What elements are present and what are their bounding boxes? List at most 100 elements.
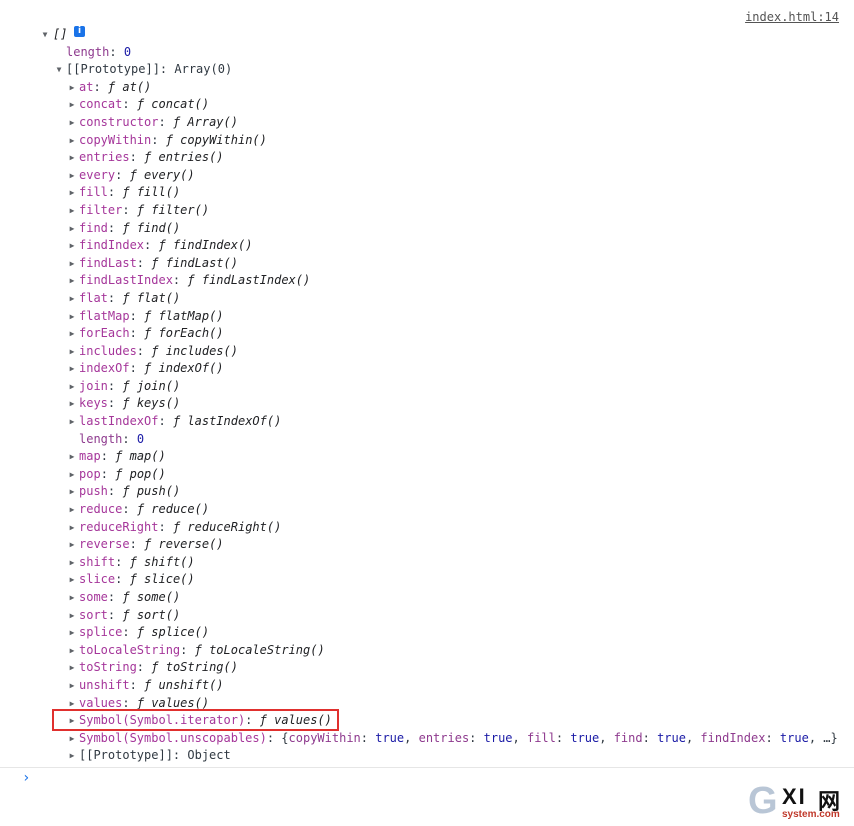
expand-triangle-right-icon[interactable]: ▶: [67, 554, 77, 572]
method-row[interactable]: ▶ find: ƒ find(): [0, 220, 854, 238]
method-row[interactable]: ▶ shift: ƒ shift(): [0, 554, 854, 572]
method-row[interactable]: ▶ copyWithin: ƒ copyWithin(): [0, 132, 854, 150]
symbol-unscopables-key: Symbol(Symbol.unscopables): [79, 730, 267, 745]
method-row[interactable]: ▶ reverse: ƒ reverse(): [0, 536, 854, 554]
function-marker: ƒ: [122, 220, 130, 235]
method-row[interactable]: ▶ pop: ƒ pop(): [0, 466, 854, 484]
method-key: findLast: [79, 255, 137, 270]
method-row[interactable]: ▶ sort: ƒ sort(): [0, 607, 854, 625]
expand-triangle-right-icon[interactable]: ▶: [67, 466, 77, 484]
method-row[interactable]: ▶ concat: ƒ concat(): [0, 96, 854, 114]
method-row[interactable]: ▶ slice: ƒ slice(): [0, 571, 854, 589]
method-value: includes(): [165, 343, 238, 358]
expand-triangle-right-icon[interactable]: ▶: [67, 677, 77, 695]
prototype-line[interactable]: ▼ [[Prototype]]: Array(0): [0, 61, 854, 79]
method-row[interactable]: ▶ flat: ƒ flat(): [0, 290, 854, 308]
method-row[interactable]: ▶ toLocaleString: ƒ toLocaleString(): [0, 642, 854, 660]
expand-triangle-right-icon[interactable]: ▶: [67, 167, 77, 185]
console-prompt[interactable]: ›: [0, 767, 854, 790]
expand-triangle-right-icon[interactable]: ▶: [67, 642, 77, 660]
method-row[interactable]: ▶ includes: ƒ includes(): [0, 343, 854, 361]
expand-triangle-right-icon[interactable]: ▶: [67, 589, 77, 607]
expand-triangle-right-icon[interactable]: ▶: [67, 184, 77, 202]
expand-triangle-right-icon[interactable]: ▶: [67, 149, 77, 167]
method-row[interactable]: ▶ findIndex: ƒ findIndex(): [0, 237, 854, 255]
method-key: keys: [79, 396, 108, 411]
expand-triangle-right-icon[interactable]: ▶: [67, 483, 77, 501]
method-row[interactable]: ▶ reduceRight: ƒ reduceRight(): [0, 519, 854, 537]
method-row[interactable]: ▶ keys: ƒ keys(): [0, 395, 854, 413]
expand-triangle-right-icon[interactable]: ▶: [67, 220, 77, 238]
expand-triangle-right-icon[interactable]: ▶: [67, 272, 77, 290]
method-row[interactable]: ▶ forEach: ƒ forEach(): [0, 325, 854, 343]
expand-triangle-right-icon[interactable]: ▶: [67, 519, 77, 537]
method-row[interactable]: ▶ toString: ƒ toString(): [0, 659, 854, 677]
expand-triangle-right-icon[interactable]: ▶: [67, 79, 77, 97]
method-value: find(): [136, 220, 181, 235]
expand-triangle-right-icon[interactable]: ▶: [67, 712, 77, 730]
expand-triangle-right-icon[interactable]: ▶: [67, 378, 77, 396]
method-row[interactable]: ▶ findLastIndex: ƒ findLastIndex(): [0, 272, 854, 290]
method-value: filter(): [151, 202, 210, 217]
expand-triangle-right-icon[interactable]: ▶: [67, 343, 77, 361]
expand-triangle-right-icon[interactable]: ▶: [67, 747, 77, 765]
expand-triangle-right-icon[interactable]: ▶: [67, 395, 77, 413]
method-row[interactable]: ▶ unshift: ƒ unshift(): [0, 677, 854, 695]
method-row[interactable]: ▶ indexOf: ƒ indexOf(): [0, 360, 854, 378]
expand-triangle-right-icon[interactable]: ▶: [67, 501, 77, 519]
expand-triangle-right-icon[interactable]: ▶: [67, 325, 77, 343]
method-value: splice(): [151, 625, 210, 640]
method-row[interactable]: ▶ splice: ƒ splice(): [0, 624, 854, 642]
method-row[interactable]: ▶ constructor: ƒ Array(): [0, 114, 854, 132]
method-row[interactable]: ▶ flatMap: ƒ flatMap(): [0, 308, 854, 326]
method-row[interactable]: ▶ at: ƒ at(): [0, 79, 854, 97]
expand-triangle-right-icon[interactable]: ▶: [67, 413, 77, 431]
expand-triangle-right-icon[interactable]: ▶: [67, 237, 77, 255]
expand-triangle-right-icon[interactable]: ▶: [67, 255, 77, 273]
expand-triangle-right-icon[interactable]: ▶: [67, 448, 77, 466]
method-key: reduce: [79, 502, 123, 517]
method-row[interactable]: ▶ reduce: ƒ reduce(): [0, 501, 854, 519]
expand-triangle-right-icon[interactable]: ▶: [67, 730, 77, 748]
method-row[interactable]: ▶ push: ƒ push(): [0, 483, 854, 501]
expand-triangle-right-icon[interactable]: ▶: [67, 308, 77, 326]
function-marker: ƒ: [194, 642, 202, 657]
method-row[interactable]: ▶ some: ƒ some(): [0, 589, 854, 607]
method-row[interactable]: ▶ values: ƒ values(): [0, 695, 854, 713]
method-row[interactable]: ▶ filter: ƒ filter(): [0, 202, 854, 220]
inner-prototype-line[interactable]: ▶ [[Prototype]]: Object: [0, 747, 854, 765]
expand-triangle-right-icon[interactable]: ▶: [67, 202, 77, 220]
expand-triangle-right-icon[interactable]: ▶: [67, 290, 77, 308]
method-row[interactable]: ▶ lastIndexOf: ƒ lastIndexOf(): [0, 413, 854, 431]
expand-triangle-right-icon[interactable]: ▶: [67, 695, 77, 713]
length-key: length: [66, 44, 110, 59]
expand-triangle-down-icon[interactable]: ▼: [40, 26, 50, 44]
method-row[interactable]: ▶ every: ƒ every(): [0, 167, 854, 185]
expand-triangle-down-icon[interactable]: ▼: [54, 61, 64, 79]
method-row[interactable]: ▶ map: ƒ map(): [0, 448, 854, 466]
expand-triangle-right-icon[interactable]: ▶: [67, 360, 77, 378]
method-row[interactable]: ▶ join: ƒ join(): [0, 378, 854, 396]
expand-triangle-right-icon[interactable]: ▶: [67, 607, 77, 625]
symbol-unscopables-line[interactable]: ▶ Symbol(Symbol.unscopables): {copyWithi…: [0, 730, 854, 748]
expand-triangle-right-icon[interactable]: ▶: [67, 571, 77, 589]
info-icon[interactable]: i: [74, 26, 85, 37]
root-array-line[interactable]: ▼ [] i: [0, 26, 854, 44]
method-row[interactable]: ▶ findLast: ƒ findLast(): [0, 255, 854, 273]
expand-triangle-right-icon[interactable]: ▶: [67, 114, 77, 132]
symbol-iterator-key: Symbol(Symbol.iterator): [79, 713, 246, 728]
expand-triangle-right-icon[interactable]: ▶: [67, 132, 77, 150]
symbol-iterator-line[interactable]: ▶ Symbol(Symbol.iterator): ƒ values(): [0, 712, 854, 730]
expand-triangle-right-icon[interactable]: ▶: [67, 536, 77, 554]
unscopables-pair-key: findIndex: [700, 730, 766, 745]
method-row[interactable]: ▶ fill: ƒ fill(): [0, 184, 854, 202]
expand-triangle-right-icon[interactable]: ▶: [67, 96, 77, 114]
function-marker: ƒ: [158, 238, 166, 253]
method-key: sort: [79, 607, 108, 622]
unscopables-pair: copyWithin: true,: [288, 730, 419, 745]
expand-triangle-right-icon[interactable]: ▶: [67, 659, 77, 677]
source-location-link[interactable]: index.html:14: [745, 10, 839, 24]
expand-triangle-right-icon[interactable]: ▶: [67, 624, 77, 642]
method-row[interactable]: ▶ entries: ƒ entries(): [0, 149, 854, 167]
method-value: flatMap(): [158, 308, 224, 323]
